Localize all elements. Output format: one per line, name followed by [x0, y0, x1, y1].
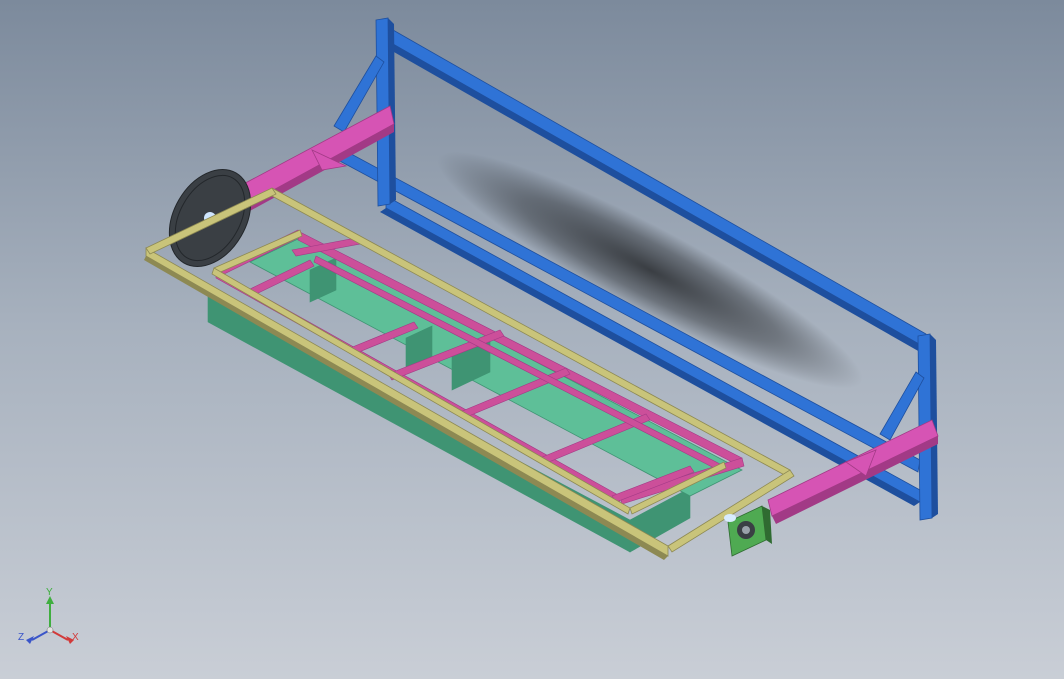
- right-bearing-icon: [724, 514, 736, 522]
- coordinate-triad: Y X Z: [18, 587, 79, 644]
- triad-x-label: X: [72, 632, 79, 643]
- cad-model-view[interactable]: Y X Z: [0, 0, 1064, 679]
- triad-z-label: Z: [18, 632, 24, 643]
- graphics-viewport[interactable]: Y X Z: [0, 0, 1064, 679]
- triad-y-label: Y: [46, 587, 53, 598]
